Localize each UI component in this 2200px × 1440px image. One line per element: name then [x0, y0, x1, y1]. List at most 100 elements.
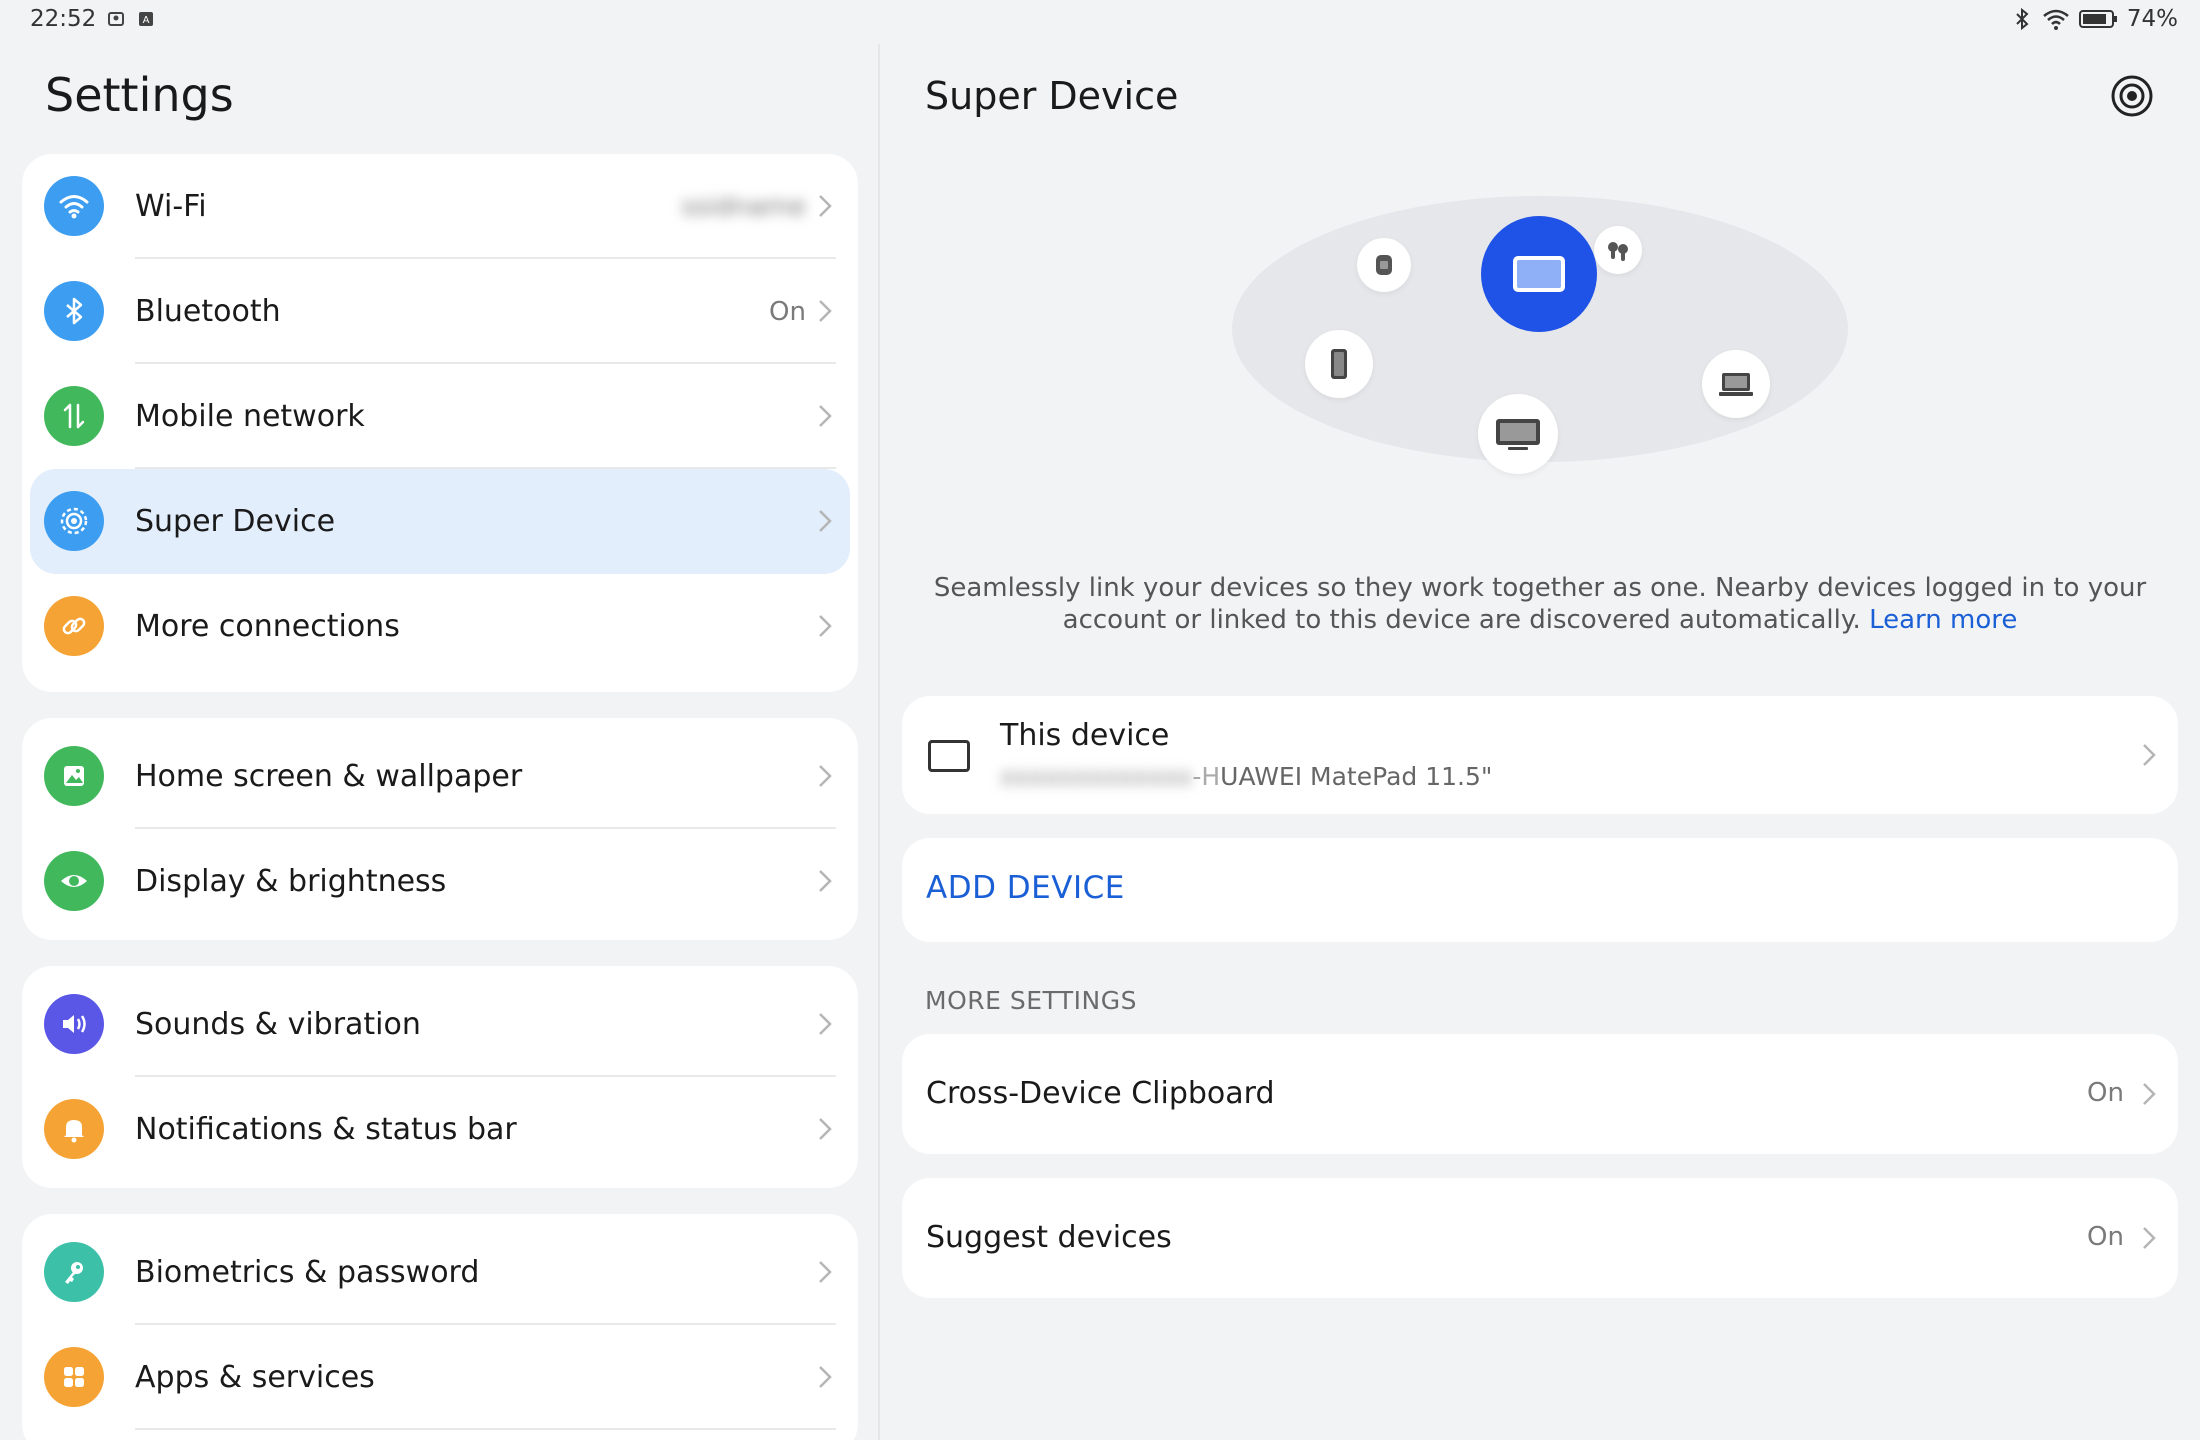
device-earbuds[interactable] [1594, 226, 1642, 274]
settings-item-sounds[interactable]: Sounds & vibration [22, 972, 858, 1077]
settings-item-more-connections[interactable]: More connections [22, 574, 858, 679]
settings-item-label: Wi-Fi [135, 189, 207, 224]
chevron-right-icon [819, 870, 832, 892]
eye-icon [44, 851, 104, 911]
option-value: On [2087, 1078, 2124, 1108]
chevron-right-icon [819, 765, 832, 787]
this-device-center[interactable] [1481, 216, 1597, 332]
option-label: Cross-Device Clipboard [926, 1076, 1275, 1111]
super-device-pane: Super Device Seamlessly link your device… [880, 44, 2200, 1440]
device-model: UAWEI MatePad 11.5" [1220, 762, 1493, 791]
chevron-right-icon [819, 405, 832, 427]
chevron-right-icon [2143, 744, 2156, 766]
settings-item-label: Bluetooth [135, 294, 281, 329]
settings-item-apps[interactable]: Apps & services [22, 1325, 858, 1430]
device-name-fragment: -H [1192, 762, 1221, 791]
battery-icon [2078, 10, 2117, 28]
settings-item-notifications[interactable]: Notifications & status bar [22, 1077, 858, 1182]
apps-icon [44, 1347, 104, 1407]
bluetooth-status-icon [2016, 7, 2029, 31]
status-bar-right: 74% [2011, 6, 2178, 32]
notification-app-icon [108, 12, 125, 26]
settings-group-connections: Wi-Fi ssidname Bluetooth On Mobile netwo… [22, 154, 858, 692]
key-icon [44, 1242, 104, 1302]
device-name-redacted: xxxxxxxxxxxxx [1000, 762, 1193, 791]
settings-list-pane: Settings Wi-Fi ssidname Bluetooth On Mob… [0, 44, 878, 1440]
this-device-card[interactable]: This device xxxxxxxxxxxxx -H UAWEI MateP… [902, 696, 2178, 814]
settings-item-label: Apps & services [135, 1360, 375, 1395]
status-bar: 22:52 A 74% [0, 0, 2200, 44]
scan-settings-icon[interactable] [2108, 72, 2156, 120]
suggest-devices-item[interactable]: Suggest devices On [902, 1178, 2178, 1298]
bluetooth-status: On [769, 296, 806, 327]
super-device-icon [44, 491, 104, 551]
device-pc-monitor[interactable] [1478, 394, 1558, 474]
bell-icon [44, 1099, 104, 1159]
wallpaper-icon [44, 746, 104, 806]
device-speaker[interactable] [1357, 238, 1411, 292]
settings-group-display: Home screen & wallpaper Display & bright… [22, 718, 858, 940]
wifi-icon [44, 176, 104, 236]
settings-item-bluetooth[interactable]: Bluetooth On [22, 259, 858, 364]
option-label: Suggest devices [926, 1220, 1172, 1255]
this-device-title: This device [1000, 718, 1170, 753]
settings-item-label: More connections [135, 609, 400, 644]
settings-item-home-screen[interactable]: Home screen & wallpaper [22, 724, 858, 829]
mobile-network-icon [44, 386, 104, 446]
chevron-right-icon [819, 1261, 832, 1283]
chevron-right-icon [819, 510, 832, 532]
notification-a-icon: A [139, 12, 154, 26]
settings-item-biometrics[interactable]: Biometrics & password [22, 1220, 858, 1325]
settings-item-super-device[interactable]: Super Device [30, 469, 850, 574]
speaker-icon [44, 994, 104, 1054]
settings-item-label: Home screen & wallpaper [135, 759, 523, 794]
earbuds-icon [1608, 242, 1628, 261]
bluetooth-icon [44, 281, 104, 341]
status-time: 22:52 [30, 6, 97, 32]
settings-item-label: Display & brightness [135, 864, 447, 899]
device-laptop[interactable] [1702, 350, 1770, 418]
link-icon [44, 596, 104, 656]
wifi-status-icon [2043, 9, 2069, 30]
settings-group-sounds: Sounds & vibration Notifications & statu… [22, 966, 858, 1188]
wifi-network-name: ssidname [681, 191, 806, 222]
settings-screen: 22:52 A 74% Settings Wi-Fi ssidname Blue… [0, 0, 2200, 1440]
device-phone[interactable] [1305, 330, 1373, 398]
this-device-name: xxxxxxxxxxxxx -H UAWEI MatePad 11.5" [1000, 762, 1492, 791]
learn-more-link[interactable]: Learn more [1869, 605, 2017, 635]
option-value: On [2087, 1222, 2124, 1252]
chevron-right-icon [819, 300, 832, 322]
chevron-right-icon [819, 1013, 832, 1035]
chevron-right-icon [2143, 1227, 2156, 1249]
chevron-right-icon [819, 195, 832, 217]
phone-icon [1331, 349, 1347, 379]
laptop-icon [1719, 373, 1753, 396]
speaker-device-icon [1376, 255, 1392, 275]
cross-device-clipboard-item[interactable]: Cross-Device Clipboard On [902, 1034, 2178, 1154]
settings-item-label: Sounds & vibration [135, 1007, 421, 1042]
settings-item-wifi[interactable]: Wi-Fi ssidname [22, 154, 858, 259]
settings-item-label: Super Device [135, 504, 336, 539]
add-device-button[interactable]: ADD DEVICE [902, 838, 2178, 942]
page-title: Settings [45, 68, 234, 122]
monitor-icon [1496, 419, 1540, 450]
super-device-description: Seamlessly link your devices so they wor… [920, 572, 2160, 636]
more-settings-header: MORE SETTINGS [925, 986, 1137, 1015]
detail-title: Super Device [925, 74, 1179, 118]
settings-item-mobile-network[interactable]: Mobile network [22, 364, 858, 469]
divider [135, 1428, 836, 1430]
tablet-icon [1513, 256, 1565, 292]
tablet-outline-icon [928, 740, 970, 772]
settings-item-label: Notifications & status bar [135, 1112, 517, 1147]
chevron-right-icon [819, 615, 832, 637]
chevron-right-icon [819, 1118, 832, 1140]
settings-item-display[interactable]: Display & brightness [22, 829, 858, 934]
settings-item-label: Mobile network [135, 399, 365, 434]
settings-group-security: Biometrics & password Apps & services [22, 1214, 858, 1440]
chevron-right-icon [819, 1366, 832, 1388]
chevron-right-icon [2143, 1083, 2156, 1105]
settings-item-label: Biometrics & password [135, 1255, 480, 1290]
add-device-label: ADD DEVICE [926, 870, 1125, 906]
svg-text:A: A [143, 15, 150, 26]
battery-percent: 74% [2126, 6, 2178, 32]
